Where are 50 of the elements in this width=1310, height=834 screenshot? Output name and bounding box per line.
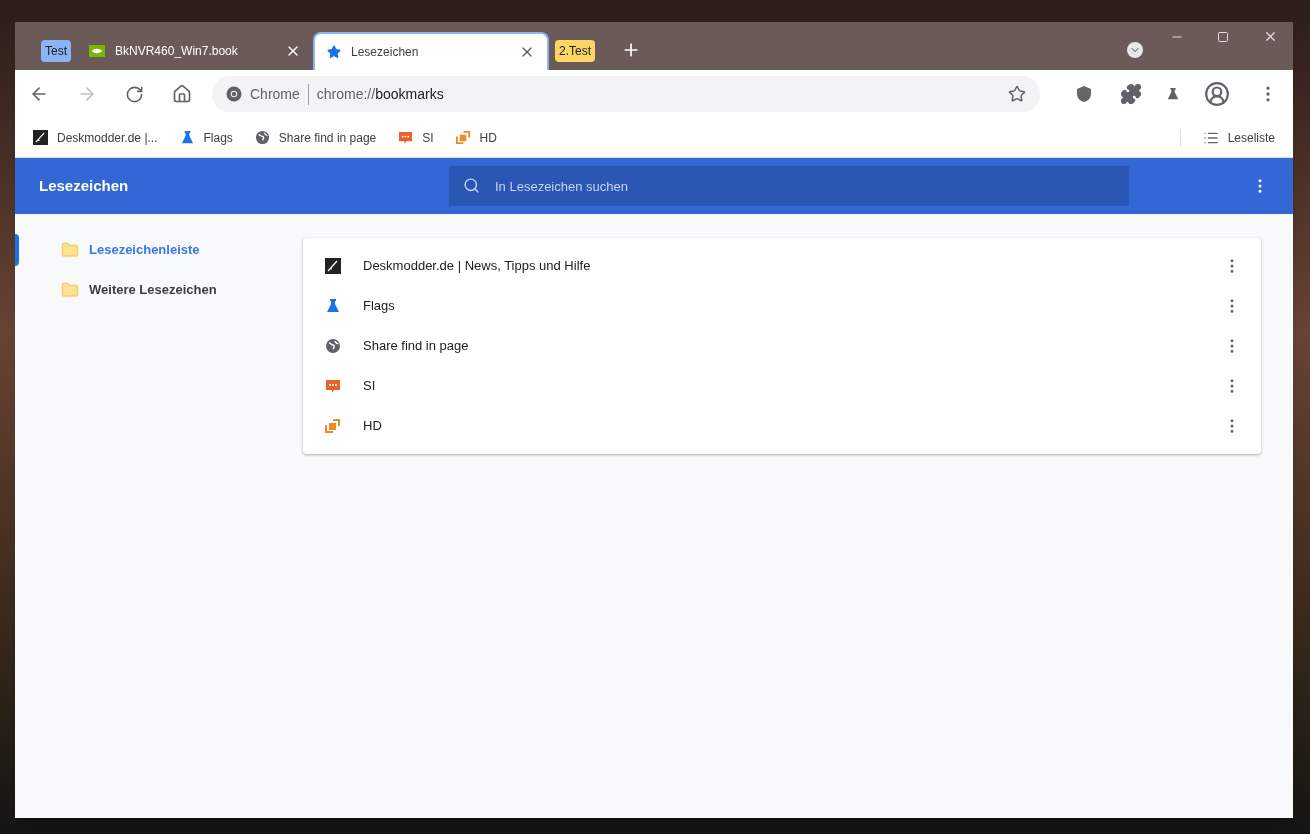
folder-item[interactable]: Lesezeichenleiste (61, 240, 200, 260)
maximize-icon[interactable] (1217, 31, 1229, 43)
page-title: Lesezeichen (39, 175, 130, 196)
flask-icon (179, 130, 195, 145)
tab-search-button[interactable] (1127, 42, 1143, 58)
browser-tab[interactable]: Lesezeichen (313, 32, 549, 70)
flask-icon[interactable] (1166, 86, 1180, 102)
bookmark-title[interactable]: Share find in page (363, 336, 1223, 356)
squares-icon (325, 418, 341, 434)
folder-icon (61, 281, 79, 299)
tab-group-chip[interactable]: Test (41, 40, 71, 62)
origin-label: Chrome (250, 83, 309, 105)
flask-icon (325, 298, 341, 314)
squares-icon (455, 130, 471, 145)
profile-icon[interactable] (1204, 81, 1230, 107)
address-bar[interactable]: Chrome chrome://bookmarks (212, 76, 1040, 112)
bookmark-title[interactable]: HD (363, 416, 1223, 436)
bookmark-title[interactable]: Deskmodder.de | News, Tipps und Hilfe (363, 256, 1223, 276)
bookmark-chip[interactable]: Deskmodder.de |... (33, 128, 158, 147)
quill-icon (325, 258, 341, 274)
search-icon (463, 177, 480, 194)
globe-icon (254, 130, 270, 145)
tab-title: BkNVR460_Win7.book (115, 43, 239, 60)
url-text: chrome://bookmarks (316, 84, 445, 104)
bookmark-title[interactable]: SI (363, 376, 1223, 396)
folder-icon (61, 241, 79, 259)
bookmark-chip[interactable]: SI (398, 128, 434, 147)
reload-icon[interactable] (125, 84, 144, 104)
globe-icon (325, 338, 341, 354)
tab-group-chip[interactable]: 2.Test (555, 40, 596, 62)
browser-tab[interactable]: BkNVR460_Win7.book (77, 32, 313, 70)
search-field[interactable]: In Lesezeichen suchen (449, 166, 1129, 206)
reading-list-button[interactable]: Leseliste (1202, 128, 1275, 147)
chat-icon (398, 130, 414, 145)
home-icon[interactable] (172, 84, 192, 104)
tab-title: Lesezeichen (351, 44, 420, 61)
shield-icon[interactable] (1076, 85, 1092, 103)
extensions-icon[interactable] (1120, 83, 1142, 105)
chrome-logo-icon (226, 86, 242, 102)
folder-item[interactable]: Weitere Lesezeichen (61, 280, 217, 300)
bookmark-star-icon[interactable] (1008, 85, 1026, 103)
bookmark-title[interactable]: Flags (363, 296, 1223, 316)
star-icon (327, 45, 341, 59)
close-window-icon[interactable] (1263, 29, 1278, 44)
quill-icon (33, 130, 48, 145)
bookmark-chip[interactable]: Flags (179, 128, 233, 147)
chat-icon (325, 378, 341, 394)
eye-logo-icon (89, 45, 105, 57)
bookmark-chip[interactable]: HD (455, 128, 497, 147)
bookmark-chip[interactable]: Share find in page (254, 128, 377, 147)
